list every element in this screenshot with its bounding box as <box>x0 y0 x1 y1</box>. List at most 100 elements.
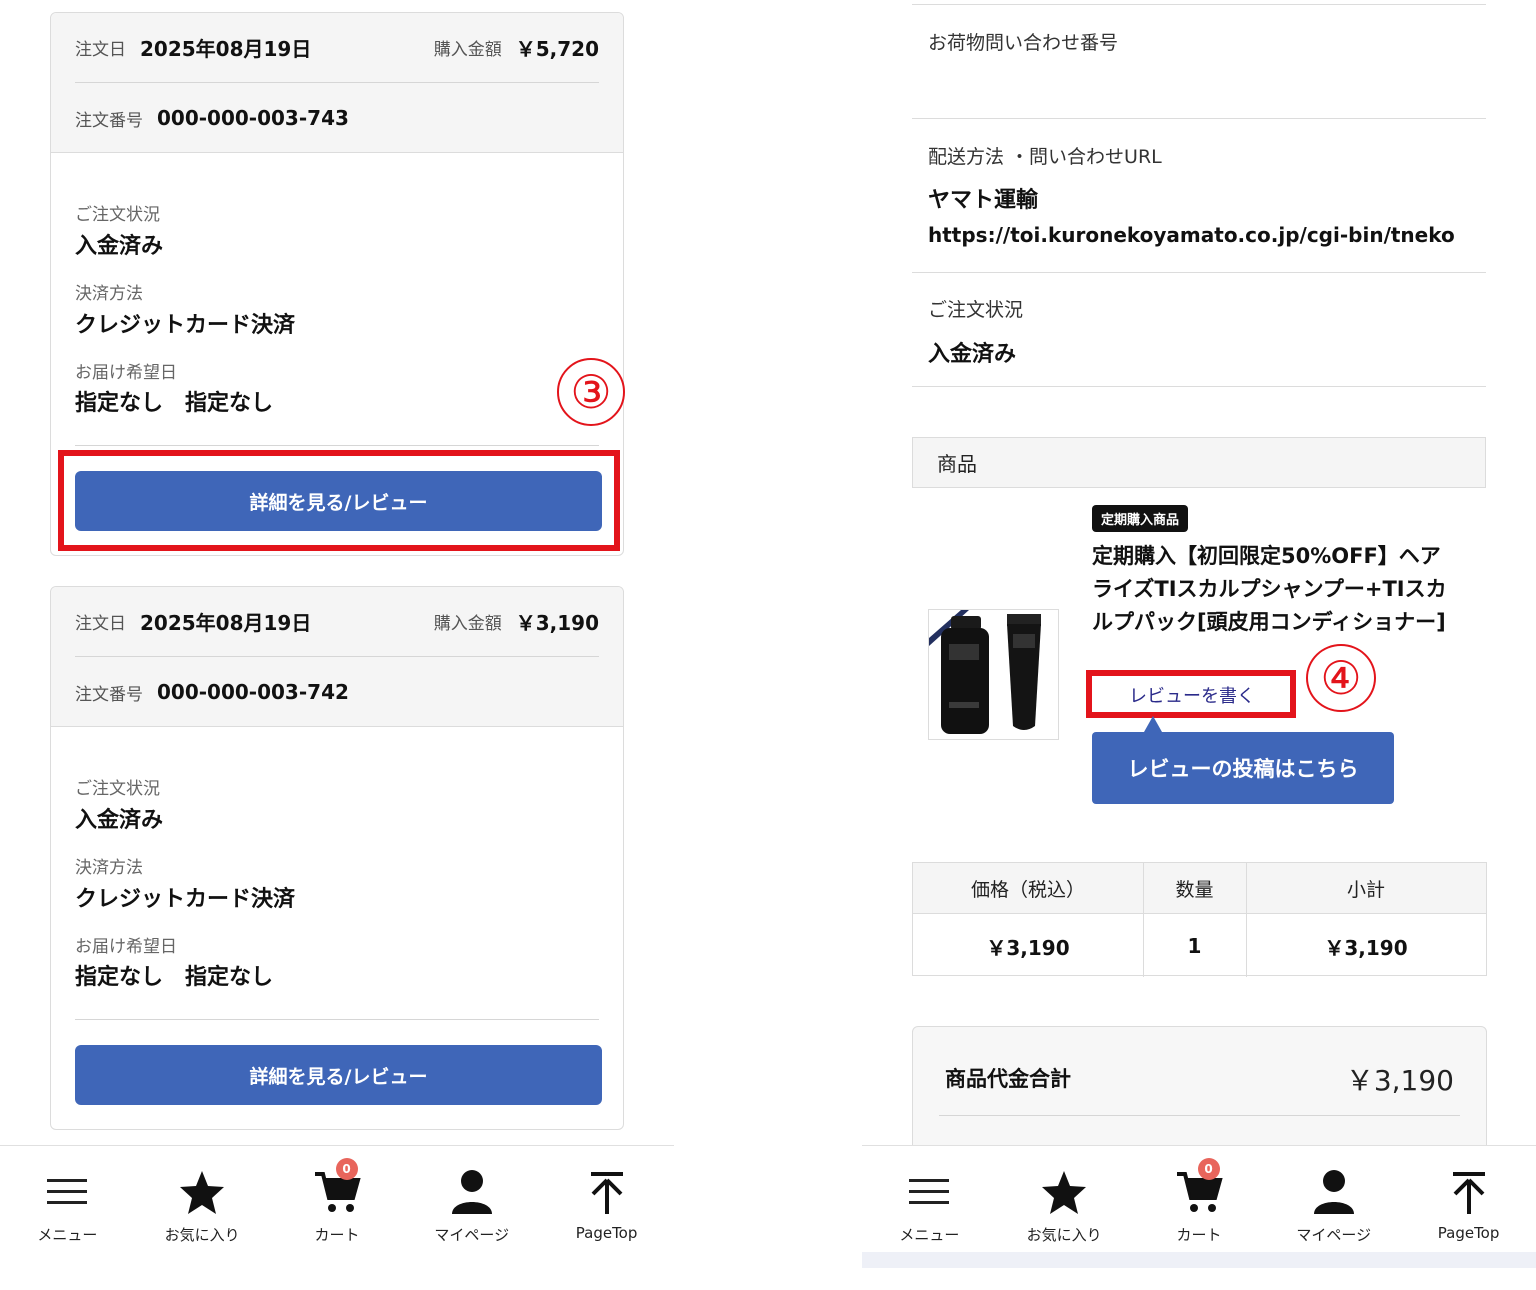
nav-mypage-label: マイページ <box>1296 1226 1372 1244</box>
order-card-header: 注文日 2025年08月19日 購入金額 ￥5,720 注文番号 000-000… <box>51 13 623 153</box>
order-detail-screen: お荷物問い合わせ番号 配送方法 ・問い合わせURL ヤマト運輸 https://… <box>862 0 1536 1290</box>
view-details-review-button[interactable]: 詳細を見る/レビュー <box>75 1045 602 1105</box>
subtotal-value: ￥3,190 <box>1324 935 1408 960</box>
cart-count-badge: 0 <box>335 1158 358 1180</box>
nav-mypage-label: マイページ <box>434 1226 510 1244</box>
order-number-row: 注文番号 000-000-003-743 <box>75 83 599 153</box>
product-name[interactable]: 定期購入【初回限定50%OFF】ヘアライズTIスカルプシャンプー+TIスカルプパ… <box>1092 540 1460 639</box>
nav-menu[interactable]: メニュー <box>862 1146 997 1253</box>
nav-pagetop[interactable]: PageTop <box>1401 1146 1536 1253</box>
quantity-header: 数量 <box>1143 863 1246 914</box>
divider <box>75 1019 599 1020</box>
nav-cart[interactable]: 0 カート <box>1132 1146 1267 1253</box>
hamburger-menu-icon <box>909 1179 950 1204</box>
shipping-method-label: 配送方法 ・問い合わせURL <box>928 146 1162 168</box>
order-amount-label: 購入金額 <box>433 614 502 634</box>
order-number-label: 注文番号 <box>75 110 143 131</box>
nav-menu-label: メニュー <box>37 1226 98 1244</box>
order-date-row: 注文日 2025年08月19日 購入金額 ￥3,190 <box>75 587 599 657</box>
subscription-badge: 定期購入商品 <box>1092 505 1189 532</box>
delivery-date: 指定なし 指定なし <box>75 391 274 416</box>
user-icon <box>451 1170 492 1214</box>
payment-method: クレジットカード決済 <box>75 313 296 338</box>
delivery-date-label: お届け希望日 <box>75 363 177 383</box>
nav-pagetop-label: PageTop <box>575 1224 638 1242</box>
payment-method-label: 決済方法 <box>75 284 143 304</box>
bottom-navigation: メニュー お気に入り 0 カート マイページ PageTop <box>0 1145 674 1290</box>
bottom-strip <box>862 1252 1536 1268</box>
nav-cart[interactable]: 0 カート <box>270 1146 405 1290</box>
order-date-row: 注文日 2025年08月19日 購入金額 ￥5,720 <box>75 13 599 83</box>
order-status: 入金済み <box>75 808 164 833</box>
price-table: 価格（税込） 数量 小計 ￥3,190 1 ￥3,190 <box>912 862 1487 977</box>
tracking-number-label: お荷物問い合わせ番号 <box>928 32 1119 54</box>
price-value: ￥3,190 <box>986 935 1070 960</box>
order-amount: ￥5,720 <box>515 37 599 61</box>
order-list-screen: 注文日 2025年08月19日 購入金額 ￥5,720 注文番号 000-000… <box>0 0 674 1290</box>
nav-mypage[interactable]: マイページ <box>1266 1146 1401 1253</box>
order-number: 000-000-003-742 <box>157 680 349 704</box>
product-image[interactable] <box>928 609 1059 740</box>
tracking-url-link[interactable]: https://toi.kuronekoyamato.co.jp/cgi-bin… <box>928 223 1455 247</box>
nav-favorites-label: お気に入り <box>1026 1226 1102 1244</box>
order-number-row: 注文番号 000-000-003-742 <box>75 657 599 727</box>
star-icon <box>180 1171 225 1214</box>
nav-favorites-label: お気に入り <box>164 1226 240 1244</box>
divider <box>75 445 599 446</box>
star-icon <box>1042 1171 1087 1214</box>
product-bottles-image <box>929 610 1041 734</box>
order-date-label: 注文日 <box>75 614 126 634</box>
order-status: 入金済み <box>928 342 1017 367</box>
order-card-header: 注文日 2025年08月19日 購入金額 ￥3,190 注文番号 000-000… <box>51 587 623 727</box>
subtotal-header: 小計 <box>1246 863 1486 914</box>
divider <box>912 272 1486 273</box>
nav-menu[interactable]: メニュー <box>0 1146 135 1290</box>
order-status-label: ご注文状況 <box>928 299 1024 321</box>
order-amount: ￥3,190 <box>515 611 599 635</box>
total-value: ￥3,190 <box>1345 1064 1454 1097</box>
order-date: 2025年08月19日 <box>140 37 312 61</box>
order-card: 注文日 2025年08月19日 購入金額 ￥3,190 注文番号 000-000… <box>50 586 624 1130</box>
divider <box>912 386 1486 387</box>
nav-favorites[interactable]: お気に入り <box>135 1146 270 1290</box>
nav-pagetop[interactable]: PageTop <box>539 1146 674 1290</box>
payment-method-label: 決済方法 <box>75 858 143 878</box>
nav-menu-label: メニュー <box>899 1226 960 1244</box>
nav-cart-label: カート <box>314 1226 360 1244</box>
shipping-carrier: ヤマト運輸 <box>928 188 1039 213</box>
tooltip-arrow <box>1144 716 1162 732</box>
quantity-value: 1 <box>1187 934 1202 958</box>
delivery-date: 指定なし 指定なし <box>75 965 274 990</box>
product-section-header: 商品 <box>912 437 1486 488</box>
order-status: 入金済み <box>75 234 164 259</box>
user-icon <box>1313 1170 1354 1214</box>
highlight-frame-step3 <box>58 450 620 551</box>
nav-mypage[interactable]: マイページ <box>404 1146 539 1290</box>
delivery-date-label: お届け希望日 <box>75 937 177 957</box>
nav-pagetop-label: PageTop <box>1437 1224 1500 1242</box>
order-status-label: ご注文状況 <box>75 779 160 799</box>
order-number: 000-000-003-743 <box>157 106 349 130</box>
divider <box>912 4 1486 5</box>
divider <box>912 118 1486 119</box>
order-status-label: ご注文状況 <box>75 205 160 225</box>
review-post-button[interactable]: レビューの投稿はこちら <box>1092 732 1394 804</box>
order-amount-label: 購入金額 <box>433 40 502 60</box>
total-label: 商品代金合計 <box>945 1067 1071 1091</box>
order-total-box: 商品代金合計 ￥3,190 <box>912 1026 1487 1156</box>
nav-favorites[interactable]: お気に入り <box>997 1146 1132 1253</box>
order-date: 2025年08月19日 <box>140 611 312 635</box>
cart-count-badge: 0 <box>1197 1158 1220 1180</box>
divider <box>939 1115 1460 1116</box>
arrow-up-icon <box>590 1172 623 1214</box>
payment-method: クレジットカード決済 <box>75 887 296 912</box>
price-header: 価格（税込） <box>913 863 1143 914</box>
order-number-label: 注文番号 <box>75 684 143 705</box>
write-review-link[interactable]: レビューを書く <box>1098 680 1286 710</box>
table-divider <box>1143 863 1144 977</box>
step-4-marker: ④ <box>1306 644 1376 712</box>
bottom-navigation: メニュー お気に入り 0 カート マイページ PageTop <box>862 1145 1536 1253</box>
order-date-label: 注文日 <box>75 40 126 60</box>
hamburger-menu-icon <box>47 1179 88 1204</box>
arrow-up-icon <box>1452 1172 1485 1214</box>
